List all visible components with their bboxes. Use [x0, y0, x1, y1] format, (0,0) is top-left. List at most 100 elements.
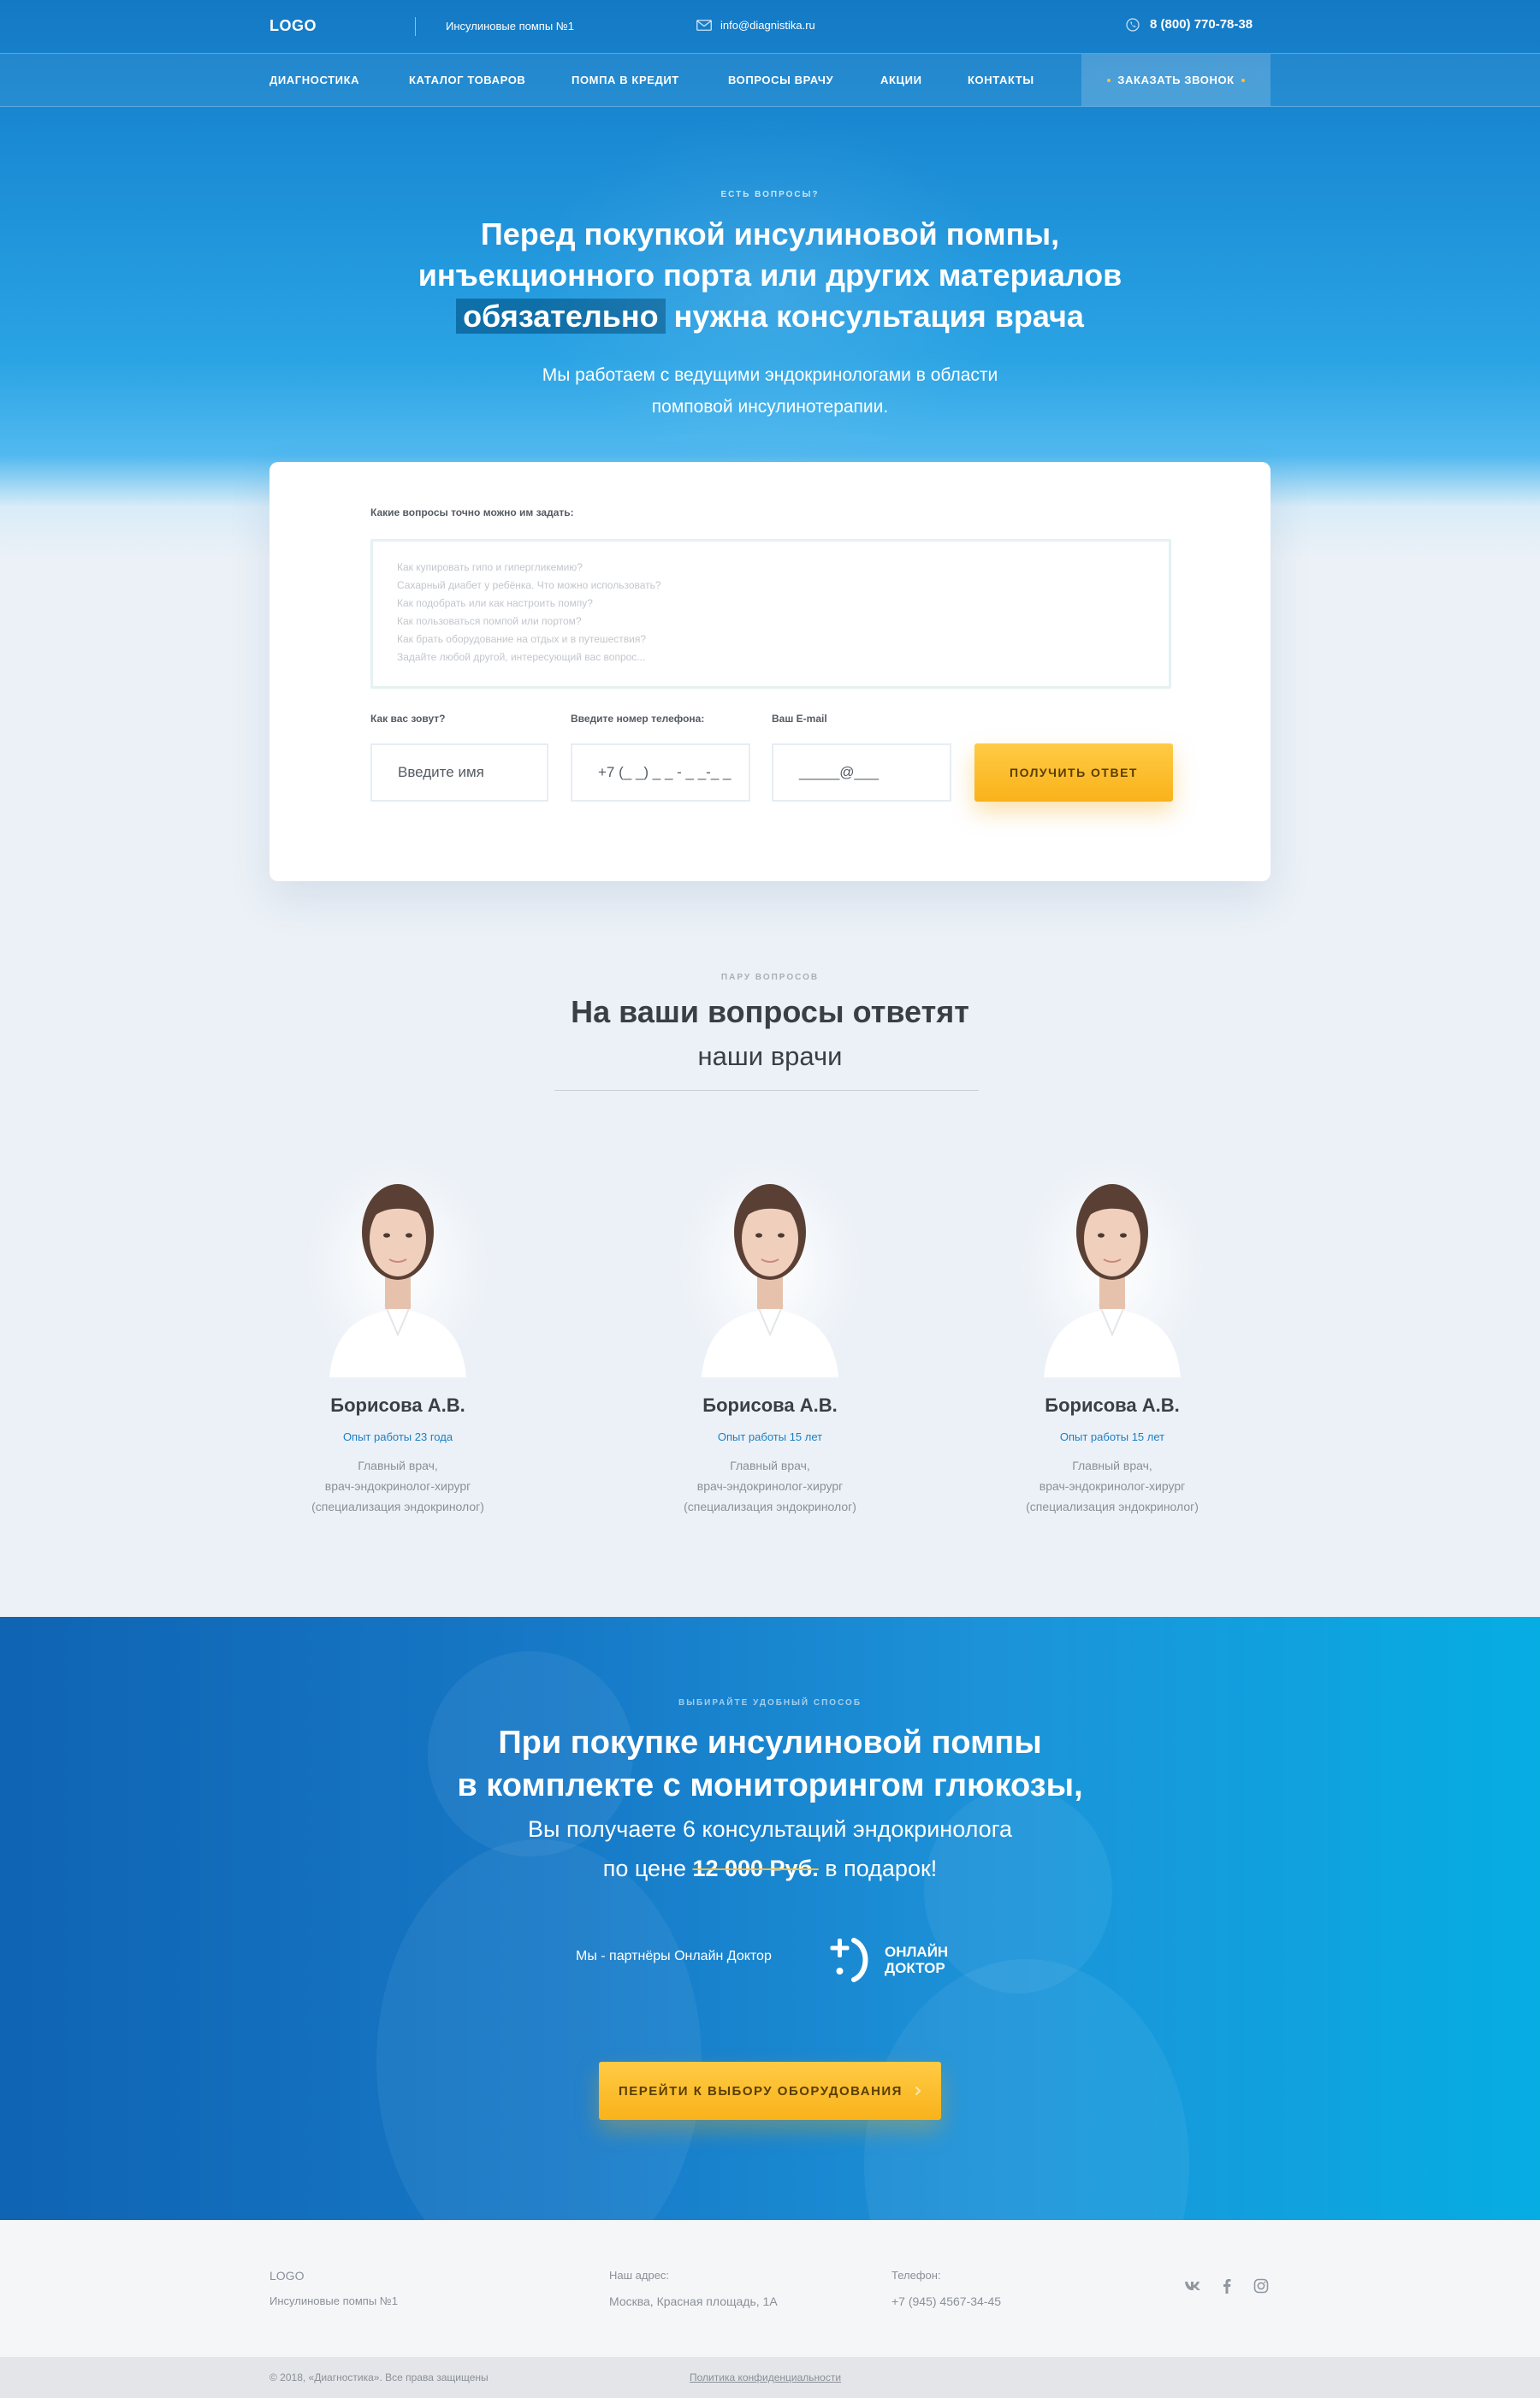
footer-tagline: Инсулиновые помпы №1 [270, 2294, 398, 2307]
footer: LOGO Инсулиновые помпы №1 Наш адрес: Мос… [0, 2220, 1540, 2357]
online-doctor-wordmark: Онлайн Доктор [885, 1944, 948, 1976]
footer-logo[interactable]: LOGO [270, 2269, 304, 2283]
order-call-button[interactable]: Заказать звонок [1081, 54, 1270, 106]
copyright-text: © 2018, «Диагностика». Все права защищен… [270, 2371, 489, 2383]
phone-label: Введите номер телефона: [571, 713, 705, 725]
hero-subtitle: Мы работаем с ведущими эндокринологами в… [471, 359, 1069, 423]
hero-subtitle-line2: помповой инсулинотерапии. [651, 397, 889, 417]
hero-eyebrow: Есть вопросы? [720, 190, 820, 199]
main-nav: Диагностика Каталог товаров Помпа в кред… [0, 53, 1540, 107]
online-doctor-wordmark-line: Доктор [885, 1960, 945, 1976]
promo-subtitle: Вы получаете 6 консультаций эндокринолог… [342, 1809, 1198, 1888]
get-answer-button[interactable]: Получить ответ [974, 743, 1173, 802]
bullet-dot-icon [1107, 78, 1111, 82]
email-input[interactable]: _____@___ [772, 743, 951, 802]
facebook-icon[interactable] [1217, 2276, 1237, 2296]
promo-subtitle-line2: по цене 12 000 Руб. в подарок! [342, 1849, 1198, 1888]
price-suffix: в подарок! [818, 1856, 938, 1881]
doctor-photo [667, 1138, 873, 1377]
promo-eyebrow: Выбирайте удобный способ [678, 1698, 862, 1708]
phone-text: 8 (800) 770-78-38 [1150, 17, 1253, 32]
choose-equipment-button[interactable]: Перейти к выбору оборудования [599, 2062, 941, 2120]
doctor-desc-line: Главный врач, [1072, 1459, 1152, 1472]
doctor-experience: Опыт работы 23 года [342, 1430, 453, 1443]
questions-label: Какие вопросы точно можно им задать: [370, 506, 574, 518]
hero-title: Перед покупкой инсулиновой помпы, инъекц… [342, 214, 1198, 337]
footer-address-label: Наш адрес: [609, 2269, 670, 2282]
promo-subtitle-line1: Вы получаете 6 консультаций эндокринолог… [528, 1816, 1012, 1842]
doctors-eyebrow: Пару вопросов [720, 973, 820, 982]
promo-title-line1: При покупке инсулиновой помпы [498, 1725, 1042, 1761]
doctor-name: Борисова А.В. [702, 1394, 838, 1416]
doctor-experience: Опыт работы 15 лет [717, 1430, 823, 1443]
footer-phone[interactable]: +7 (945) 4567-34-45 [891, 2294, 1001, 2308]
nav-item-diagnostics[interactable]: Диагностика [270, 54, 359, 106]
doctor-desc-line: (специализация эндокринолог) [1026, 1500, 1199, 1513]
logo[interactable]: LOGO [270, 17, 317, 35]
doctor-desc-line: Главный врач, [358, 1459, 438, 1472]
name-label: Как вас зовут? [370, 713, 446, 725]
doctor-desc-line: Главный врач, [730, 1459, 810, 1472]
hero-title-highlight: обязательно [456, 299, 666, 334]
doctor-description: Главный врач, врач-эндокринолог-хирург (… [984, 1455, 1241, 1517]
doctor-desc-line: врач-эндокринолог-хирург [324, 1479, 471, 1493]
hero-title-line3-rest: нужна консультация врача [665, 299, 1084, 334]
doctor-card: Борисова А.В. Опыт работы 23 года Главны… [270, 1138, 526, 1517]
header-divider [415, 17, 416, 36]
doctor-card: Борисова А.В. Опыт работы 15 лет Главный… [984, 1138, 1241, 1517]
phone-icon [1126, 17, 1140, 32]
doctor-name: Борисова А.В. [1045, 1394, 1180, 1416]
email-label: Ваш E-mail [772, 713, 827, 725]
partners-text: Мы - партнёры Онлайн Доктор [576, 1949, 772, 1963]
question-placeholder: Как подобрать или как настроить помпу? [397, 597, 593, 609]
doctor-desc-line: (специализация эндокринолог) [684, 1500, 856, 1513]
nav-item-promotions[interactable]: Акции [880, 54, 922, 106]
doctor-desc-line: врач-эндокринолог-хирург [1039, 1479, 1186, 1493]
question-placeholder: Сахарный диабет у ребёнка. Что можно исп… [397, 579, 661, 591]
header-phone[interactable]: 8 (800) 770-78-38 [1126, 17, 1253, 32]
name-input[interactable]: Введите имя [370, 743, 548, 802]
promo-title: При покупке инсулиновой помпы в комплект… [342, 1721, 1198, 1807]
online-doctor-icon [830, 1938, 868, 1982]
promo-title-line2: в комплекте с мониторингом глюкозы, [457, 1767, 1083, 1803]
instagram-icon[interactable] [1251, 2276, 1271, 2296]
hero-title-line1: Перед покупкой инсулиновой помпы, [480, 216, 1060, 252]
order-call-label: Заказать звонок [1117, 74, 1235, 86]
doctor-description: Главный врач, врач-эндокринолог-хирург (… [270, 1455, 526, 1517]
section-divider [554, 1090, 979, 1091]
online-doctor-wordmark-line: Онлайн [885, 1944, 949, 1960]
nav-item-credit[interactable]: Помпа в кредит [572, 54, 679, 106]
doctors-subtitle: наши врачи [697, 1041, 843, 1071]
chevron-right-icon [915, 2086, 921, 2096]
hero-title-line2: инъекционного порта или других материало… [418, 258, 1122, 293]
choose-equipment-label: Перейти к выбору оборудования [619, 2083, 903, 2099]
privacy-policy-link[interactable]: Политика конфиденциальности [690, 2371, 841, 2383]
nav-item-ask-doctor[interactable]: Вопросы врачу [728, 54, 833, 106]
doctor-experience: Опыт работы 15 лет [1059, 1430, 1165, 1443]
nav-item-catalog[interactable]: Каталог товаров [409, 54, 525, 106]
questions-textarea[interactable]: Как купировать гипо и гипергликемию? Сах… [370, 539, 1171, 689]
header-email[interactable]: info@diagnistika.ru [696, 19, 815, 32]
question-placeholder: Как пользоваться помпой или портом? [397, 615, 582, 627]
email-text: info@diagnistika.ru [720, 19, 815, 32]
question-placeholder: Как купировать гипо и гипергликемию? [397, 561, 583, 573]
copyright-bar: © 2018, «Диагностика». Все права защищен… [0, 2357, 1540, 2398]
doctor-desc-line: врач-эндокринолог-хирург [696, 1479, 844, 1493]
old-price: 12 000 Руб. [692, 1856, 819, 1881]
bullet-dot-icon [1241, 78, 1245, 82]
footer-phone-label: Телефон: [891, 2269, 941, 2282]
doctor-desc-line: (специализация эндокринолог) [311, 1500, 484, 1513]
phone-input[interactable]: +7 (_ _) _ _ - _ _-_ _ [571, 743, 750, 802]
doctor-name: Борисова А.В. [330, 1394, 465, 1416]
mail-icon [696, 20, 712, 31]
online-doctor-logo[interactable]: Онлайн Доктор [828, 1935, 948, 1985]
doctors-title: На ваши вопросы ответят [571, 994, 969, 1029]
vk-icon[interactable] [1182, 2276, 1203, 2296]
footer-address: Москва, Красная площадь, 1А [609, 2294, 778, 2308]
question-placeholder: Как брать оборудование на отдых и в путе… [397, 633, 647, 645]
question-placeholder: Задайте любой другой, интересующий вас в… [397, 651, 646, 663]
doctor-card: Борисова А.В. Опыт работы 15 лет Главный… [642, 1138, 898, 1517]
nav-item-contacts[interactable]: Контакты [968, 54, 1034, 106]
question-form-card: Какие вопросы точно можно им задать: Как… [270, 462, 1270, 881]
doctor-photo [295, 1138, 500, 1377]
